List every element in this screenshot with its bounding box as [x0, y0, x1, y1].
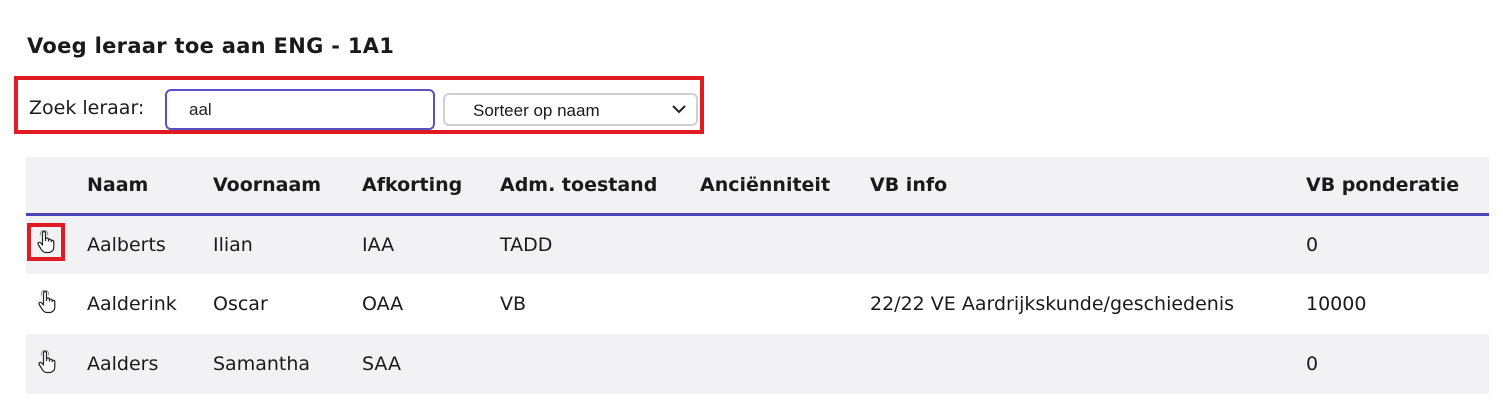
cell-vb-ponderatie: 0 [1306, 353, 1319, 375]
cell-ancienniteit [700, 214, 870, 274]
cell-naam: Aalberts [87, 233, 166, 256]
column-header-naam: Naam [87, 157, 213, 216]
sort-select[interactable]: Sorteer op naam [443, 93, 698, 126]
chevron-down-icon [672, 105, 686, 114]
column-header-ancienniteit: Anciënniteit [700, 157, 870, 216]
add-teacher-button[interactable] [28, 343, 66, 381]
hand-pointer-icon [37, 230, 55, 254]
column-header-action [26, 157, 87, 216]
column-header-voornaam: Voornaam [213, 157, 362, 216]
row-action-cell [26, 274, 87, 334]
column-header-afkorting: Afkorting [362, 157, 500, 216]
table-row: Aalderink Oscar OAA VB 22/22 VE Aardrijk… [26, 274, 1489, 334]
cell-vb-info: 22/22 VE Aardrijkskunde/geschiedenis [870, 293, 1235, 315]
column-header-vb-ponderatie: VB ponderatie [1306, 157, 1489, 216]
cell-voornaam: Samantha [213, 353, 311, 375]
table-row: Aalders Samantha SAA 0 [26, 334, 1489, 394]
cell-voornaam: Oscar [213, 293, 268, 315]
row-action-cell [26, 214, 87, 274]
search-label: Zoek leraar: [29, 97, 145, 119]
cell-afkorting: IAA [362, 233, 395, 256]
cell-afkorting: OAA [362, 293, 404, 315]
add-teacher-button[interactable] [28, 283, 66, 321]
add-teacher-button[interactable] [27, 223, 65, 262]
hand-pointer-icon [38, 349, 56, 373]
table-header-row: Naam Voornaam Afkorting Adm. toestand An… [26, 157, 1489, 216]
cell-vb-info [870, 334, 1306, 394]
cell-vb-info [870, 214, 1306, 274]
cell-vb-ponderatie: 10000 [1306, 293, 1367, 315]
teacher-table: Naam Voornaam Afkorting Adm. toestand An… [26, 157, 1489, 394]
cell-adm-toestand: VB [500, 293, 527, 315]
sort-select-value: Sorteer op naam [473, 101, 600, 120]
page-title: Voeg leraar toe aan ENG - 1A1 [27, 34, 395, 58]
cell-afkorting: SAA [362, 353, 401, 375]
cell-naam: Aalders [87, 353, 159, 375]
search-input[interactable] [165, 89, 435, 130]
table-row: Aalberts Ilian IAA TADD 0 [26, 214, 1489, 274]
cell-adm-toestand [500, 334, 700, 394]
column-header-adm-toestand: Adm. toestand [500, 157, 700, 216]
row-action-cell [26, 334, 87, 394]
cell-adm-toestand: TADD [500, 233, 553, 256]
cell-ancienniteit [700, 334, 870, 394]
cell-vb-ponderatie: 0 [1306, 233, 1319, 256]
hand-pointer-icon [38, 289, 56, 313]
column-header-vb-info: VB info [870, 157, 1306, 216]
cell-voornaam: Ilian [213, 233, 253, 256]
cell-naam: Aalderink [87, 293, 177, 315]
search-bar: Zoek leraar: Sorteer op naam [14, 76, 704, 134]
cell-ancienniteit [700, 274, 870, 334]
